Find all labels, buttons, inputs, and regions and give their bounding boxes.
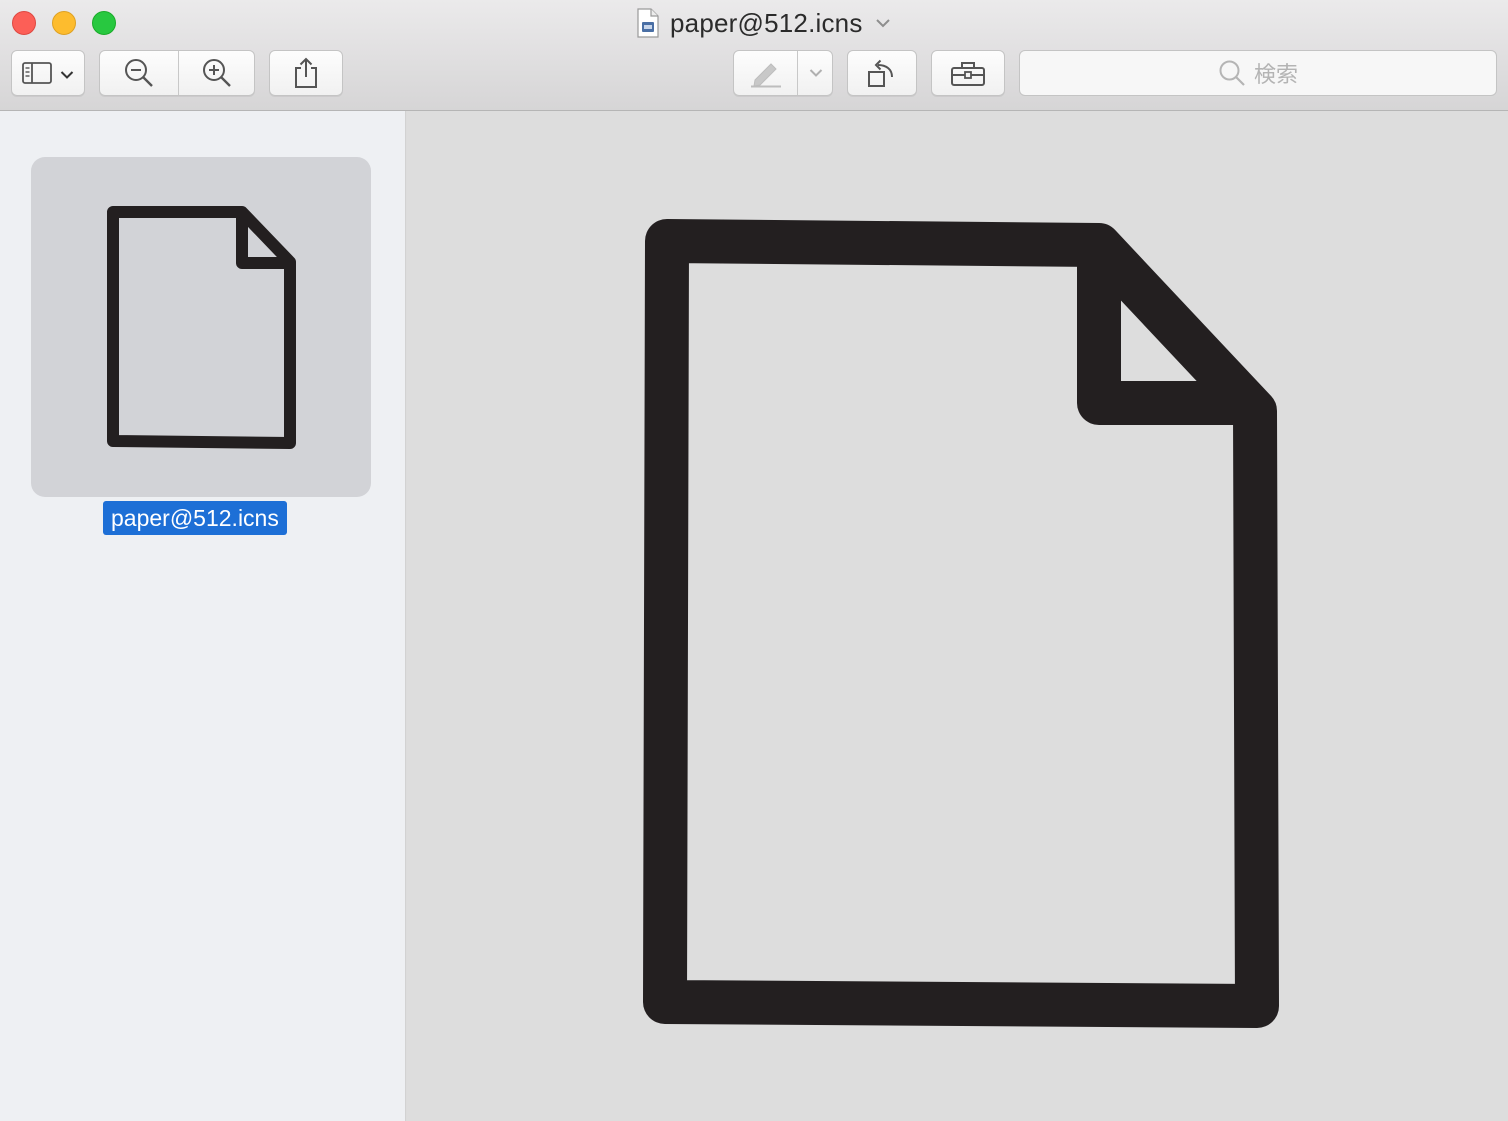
zoom-out-icon: [125, 59, 153, 87]
chevron-down-icon: [809, 69, 822, 77]
window-title-text: paper@512.icns: [670, 7, 863, 38]
sidebar-icon: [22, 62, 52, 84]
markup-menu-button[interactable]: [798, 51, 833, 95]
zoom-controls: [99, 50, 255, 96]
toolbox-icon: [951, 62, 985, 86]
preview-window: paper@512.icns 検索 paper@512.icns: [0, 0, 1508, 1121]
rotate-left-icon: [868, 59, 893, 87]
search-placeholder: 検索: [1253, 62, 1298, 87]
toolbox-button[interactable]: [931, 50, 1005, 96]
thumbnail-sidebar: paper@512.icns: [0, 111, 406, 1121]
zoom-out-button[interactable]: [100, 51, 178, 95]
thumbnail-label[interactable]: paper@512.icns: [103, 501, 287, 535]
zoom-window-button[interactable]: [92, 11, 116, 35]
titlebar-toolbar: paper@512.icns 検索: [0, 0, 1508, 111]
rotate-button[interactable]: [847, 50, 917, 96]
thumbnail-item[interactable]: [31, 157, 371, 497]
paper-document-icon: [107, 206, 296, 449]
close-window-button[interactable]: [12, 11, 36, 35]
minimize-window-button[interactable]: [52, 11, 76, 35]
chevron-down-icon: [60, 71, 74, 79]
share-button[interactable]: [269, 50, 343, 96]
share-icon: [295, 57, 317, 88]
sidebar-toggle-button[interactable]: [11, 50, 85, 96]
window-title[interactable]: paper@512.icns: [636, 6, 891, 40]
search-icon: [1219, 60, 1245, 86]
markup-button[interactable]: [734, 51, 797, 95]
icns-document-icon: [637, 8, 659, 38]
zoom-in-button[interactable]: [179, 51, 255, 95]
markup-pen-icon: [750, 63, 781, 88]
search-field[interactable]: 検索: [1019, 50, 1497, 96]
markup-controls: [733, 50, 833, 96]
preview-canvas[interactable]: [407, 111, 1508, 1121]
paper-document-icon: [643, 219, 1279, 1028]
zoom-in-icon: [203, 59, 231, 87]
chevron-down-icon[interactable]: [875, 18, 891, 28]
